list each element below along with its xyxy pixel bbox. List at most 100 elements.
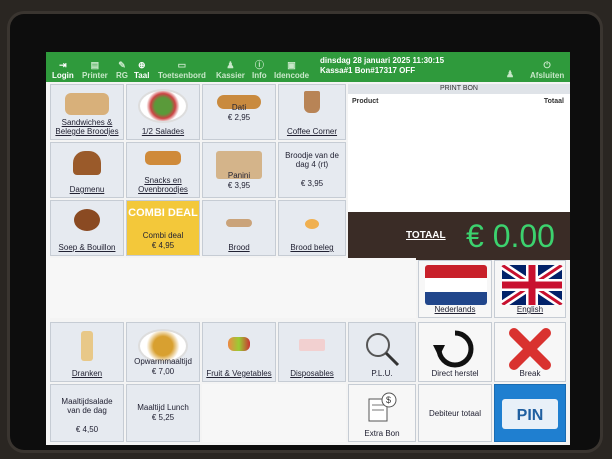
globe-icon: ⊕ [137,60,146,70]
login-icon: ⇥ [59,60,67,70]
magnifier-icon [366,333,400,367]
printer-button[interactable]: ▤ Printer [82,54,108,81]
tile-label: Snacks en Ovenbroodjes [138,176,188,194]
printer-label: Printer [82,71,108,80]
receipt-panel: PRINT BON Product Totaal [348,84,570,212]
direct-herstel-label: Direct herstel [431,369,479,378]
coffee-image [304,91,320,113]
print-bon-header[interactable]: PRINT BON [348,84,570,94]
tile-label: Sandwiches & Belegde Broodjes [55,118,119,136]
power-icon: ⏻ [543,60,551,70]
users-button[interactable]: ♟ [506,54,514,80]
col-total: Totaal [543,98,564,105]
topping-image [305,219,319,229]
tile-price: € 3,95 [300,179,324,188]
tile-label: Coffee Corner [286,127,338,136]
toetsenbord-button[interactable]: ▭ Toetsenbord [158,54,206,81]
kassier-label: Kassier [216,71,245,80]
tile-label: Disposables [290,369,334,378]
afsluiten-button[interactable]: ⏻ Afsluiten [530,54,565,81]
tile-snacks[interactable]: Snacks en Ovenbroodjes [126,142,200,198]
debiteur-totaal-button[interactable]: Debiteur totaal [418,384,492,442]
tile-combi-deal[interactable]: COMBI DEAL Combi deal € 4,95 [126,200,200,256]
soup-image [74,209,100,231]
login-button[interactable]: ⇥ Login [52,54,74,81]
snack-image [145,151,181,165]
total-panel: TOTAAL € 0.00 [348,212,570,260]
tile-label: Dranken [71,369,103,378]
sandwich-image [65,93,109,115]
combi-banner: COMBI DEAL [128,207,198,219]
keyboard-icon: ▭ [177,60,187,70]
bread-image [226,219,252,227]
session-text: Kassa#1 Bon#17317 OFF [320,66,416,75]
tile-dranken[interactable]: Dranken [50,322,124,382]
users-icon: ♟ [506,69,515,79]
tile-sandwiches[interactable]: Sandwiches & Belegde Broodjes [50,84,124,140]
tile-opwarmmaaltijd[interactable]: Opwarmmaaltijd € 7,00 [126,322,200,382]
svg-text:$: $ [386,395,391,405]
debiteur-label: Debiteur totaal [428,409,482,418]
tile-maaltijd-lunch[interactable]: Maaltijd Lunch € 5,25 [126,384,200,442]
break-button[interactable]: Break [494,322,566,382]
tile-label: Dagmenu [69,185,105,194]
total-value: € 0.00 [466,218,555,254]
printer-icon: ▤ [90,60,100,70]
tile-label: Combi deal [142,231,184,240]
extra-bon-button[interactable]: $ Extra Bon [348,384,416,442]
direct-herstel-button[interactable]: Direct herstel [418,322,492,382]
rg-button[interactable]: ✎ RG [116,54,128,81]
tile-disposables[interactable]: Disposables [278,322,346,382]
tile-fruit-vegetables[interactable]: Fruit & Vegetables [202,322,276,382]
tile-dati[interactable]: Dati € 2,95 [202,84,276,140]
info-icon: ⓘ [254,60,264,70]
tile-panini[interactable]: Panini € 3,95 [202,142,276,198]
plu-button[interactable]: P.L.U. [348,322,416,382]
extra-bon-label: Extra Bon [364,429,400,438]
tile-label: Broodje van de dag 4 (rt) [285,151,339,169]
wrench-icon: ✎ [118,60,126,70]
tile-label: Soep & Bouillon [58,243,116,252]
tile-dagmenu[interactable]: Dagmenu [50,142,124,198]
empty-slot [202,384,346,442]
info-button[interactable]: ⓘ Info [252,54,267,81]
break-label: Break [519,369,541,378]
top-bar: ⇥ Login ▤ Printer ✎ RG ⊕ Taal ▭ Toetsenb… [46,52,570,82]
session-info: dinsdag 28 januari 2025 11:30:15 Kassa#1… [320,56,444,76]
tile-brood[interactable]: Brood [202,200,276,256]
idencode-button[interactable]: ▣ Idencode [274,54,310,81]
tile-salades[interactable]: 1/2 Salades [126,84,200,140]
disposables-image [299,339,325,351]
afsluiten-label: Afsluiten [530,71,565,80]
close-icon [509,328,551,370]
taal-button[interactable]: ⊕ Taal [134,54,150,81]
kassier-button[interactable]: ♟ Kassier [216,54,245,81]
tile-label: Opwarmmaaltijd [134,357,192,366]
datetime-text: dinsdag 28 januari 2025 11:30:15 [320,56,445,65]
plu-label: P.L.U. [371,369,393,378]
info-label: Info [252,71,267,80]
tile-price: € 4,50 [75,425,99,434]
tile-price: € 7,00 [151,367,175,376]
tile-label: Panini [227,171,251,180]
tile-price: € 3,95 [227,181,251,190]
tile-soep[interactable]: Soep & Bouillon [50,200,124,256]
idencode-label: Idencode [274,71,310,80]
nederlands-label: Nederlands [434,305,476,314]
tile-coffee-corner[interactable]: Coffee Corner [278,84,346,140]
language-nederlands[interactable]: Nederlands [418,260,492,318]
tile-brood-beleg[interactable]: Brood beleg [278,200,346,256]
pin-button[interactable]: PIN [494,384,566,442]
bottle-image [81,331,93,361]
tile-price: € 2,95 [227,113,251,122]
rg-label: RG [116,71,128,80]
language-english[interactable]: English [494,260,566,318]
tile-label: Fruit & Vegetables [206,369,272,378]
salad-image [138,89,188,123]
id-card-icon: ▣ [287,60,296,70]
taal-label: Taal [134,71,150,80]
tile-label: Brood [228,243,250,252]
tile-maaltijdsalade[interactable]: Maaltijdsalade van de dag € 4,50 [50,384,124,442]
tile-label: 1/2 Salades [141,127,185,136]
tile-broodje-vd-dag[interactable]: Broodje van de dag 4 (rt) € 3,95 [278,142,346,198]
